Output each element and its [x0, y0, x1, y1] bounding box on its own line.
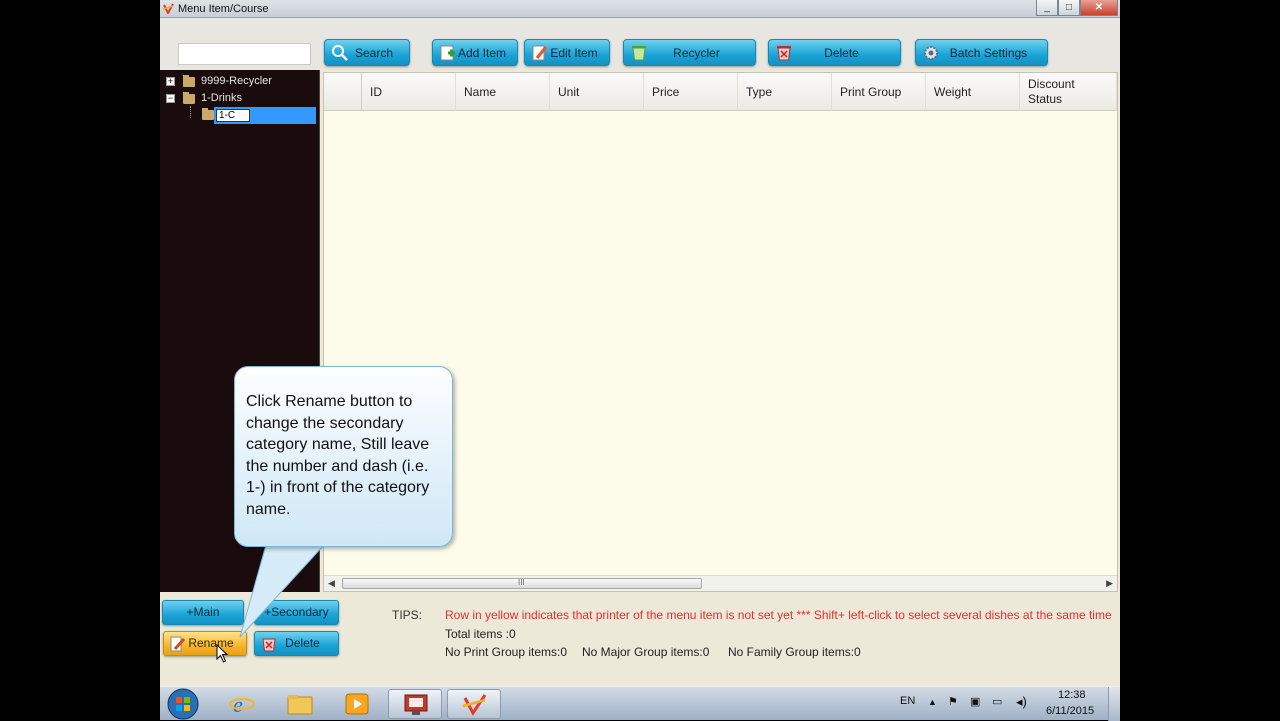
title-bar: Menu Item/Course _ □ ✕ [160, 0, 1120, 18]
mouse-cursor-icon [216, 644, 229, 663]
close-button[interactable]: ✕ [1080, 0, 1118, 16]
internet-explorer-icon: e [229, 692, 255, 716]
scroll-grip: III [518, 578, 525, 587]
taskbar-media-player[interactable] [330, 689, 384, 719]
taskbar-menu-editor[interactable] [447, 689, 501, 719]
expand-toggle[interactable]: + [166, 77, 175, 86]
column-header-type[interactable]: Type [738, 73, 832, 111]
batch-settings-button[interactable]: Batch Settings [915, 39, 1048, 66]
volume-icon[interactable]: ◂) [1016, 694, 1027, 710]
window-title: Menu Item/Course [178, 3, 269, 15]
menu-editor-icon [462, 694, 487, 716]
rename-button[interactable]: Rename [163, 631, 247, 656]
tree-item-recycler[interactable]: + 9999-Recycler [160, 74, 320, 90]
folder-icon [183, 75, 195, 87]
search-input[interactable] [178, 43, 311, 65]
collapse-toggle[interactable]: − [166, 94, 175, 103]
folder-icon [202, 108, 214, 120]
minimize-button[interactable]: _ [1036, 0, 1058, 16]
tips-label: TIPS: [392, 608, 423, 622]
search-button[interactable]: Search [324, 39, 410, 66]
maximize-button[interactable]: □ [1058, 0, 1080, 16]
add-main-button[interactable]: +Main [162, 600, 244, 625]
tree-item-label: 9999-Recycler [201, 75, 272, 87]
media-player-icon [345, 693, 369, 715]
tips-text: Row in yellow indicates that printer of … [445, 608, 1112, 622]
scroll-left-icon[interactable]: ◀ [328, 578, 335, 589]
column-header-unit[interactable]: Unit [550, 73, 644, 111]
column-header-discount-status[interactable]: Discount Status [1020, 73, 1117, 111]
delete-button[interactable]: Delete [768, 39, 901, 66]
recycler-button[interactable]: Recycler [623, 39, 756, 66]
pos-terminal-icon [404, 694, 428, 715]
tree-item-drinks[interactable]: − 1-Drinks [160, 91, 320, 107]
callout-pointer [239, 545, 325, 638]
grid-header: ID Name Unit Price Type Print Group Weig… [324, 73, 1117, 111]
column-header-name[interactable]: Name [456, 73, 550, 111]
row-header-corner [324, 73, 362, 111]
folder-icon [287, 695, 313, 715]
scroll-thumb[interactable]: III [342, 578, 702, 589]
edit-item-button[interactable]: Edit Item [524, 39, 610, 66]
tutorial-callout: Click Rename button to change the second… [234, 366, 453, 547]
column-header-price[interactable]: Price [644, 73, 738, 111]
taskbar-internet-explorer[interactable]: e [215, 689, 269, 719]
horizontal-scrollbar[interactable]: ◀ III ▶ [324, 575, 1117, 591]
taskbar-pos-app[interactable] [388, 689, 442, 719]
show-hidden-icons-icon[interactable]: ▲ [928, 697, 937, 707]
action-center-icon[interactable]: ⚑ [948, 695, 958, 708]
no-print-group-count: No Print Group items:0 [445, 645, 568, 659]
column-header-weight[interactable]: Weight [926, 73, 1020, 111]
app-icon [163, 3, 174, 14]
scroll-right-icon[interactable]: ▶ [1106, 578, 1113, 589]
add-item-button[interactable]: Add Item [432, 39, 518, 66]
start-button-icon[interactable] [166, 687, 200, 721]
device-icon[interactable]: ▣ [970, 695, 980, 708]
no-major-group-count: No Major Group items:0 [582, 645, 710, 659]
rename-icon [170, 636, 186, 652]
taskbar-file-explorer[interactable] [273, 689, 327, 719]
show-desktop-button[interactable] [1108, 687, 1120, 721]
tree-item-label: 1-Drinks [201, 92, 242, 104]
total-items-count: Total items :0 [445, 627, 516, 641]
column-header-print-group[interactable]: Print Group [832, 73, 926, 111]
language-indicator[interactable]: EN [900, 695, 915, 707]
network-icon[interactable]: ▭ [992, 695, 1002, 708]
folder-icon [183, 92, 195, 104]
no-family-group-count: No Family Group items:0 [728, 645, 861, 659]
tree-line [190, 106, 191, 118]
taskbar: e EN ▲ ⚑ ▣ ▭ ◂) 12:38 6/11/2015 [160, 686, 1120, 721]
column-header-id[interactable]: ID [362, 73, 456, 111]
toolbar: Search Add Item Edit Item Recycler Delet… [160, 18, 1120, 70]
clock-date[interactable]: 6/11/2015 [1046, 705, 1094, 717]
svg-text:e: e [233, 692, 243, 716]
clock-time[interactable]: 12:38 [1058, 689, 1086, 701]
rename-inline-input[interactable]: 1-C [216, 109, 250, 122]
